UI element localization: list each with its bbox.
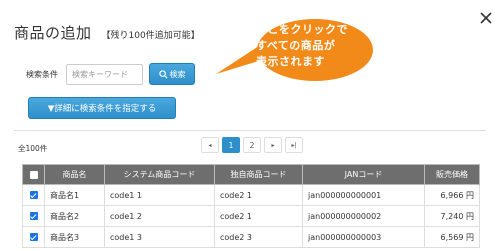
close-icon bbox=[480, 12, 492, 24]
column-header-system-code[interactable]: システム商品コード bbox=[104, 164, 215, 185]
cell-custom-code: code2 1 bbox=[214, 205, 303, 227]
cell-price: 6,569 円 bbox=[424, 226, 480, 248]
row-checkbox[interactable] bbox=[29, 233, 38, 241]
close-button[interactable] bbox=[479, 10, 493, 24]
product-table: 商品名 システム商品コード 独自商品コード JANコード 販売価格 商品名1 c… bbox=[22, 164, 480, 248]
cell-jan-code: jan000000000001 bbox=[302, 184, 425, 206]
table-row[interactable]: 商品名2 code1 2 code2 1 jan000000000002 7,2… bbox=[22, 205, 480, 227]
advanced-search-toggle[interactable]: ▼詳細に検索条件を指定する bbox=[28, 97, 176, 119]
search-icon bbox=[158, 69, 168, 79]
pagination-page-1[interactable]: 1 bbox=[222, 137, 240, 153]
pagination-next-button[interactable]: ▸ bbox=[264, 137, 282, 153]
select-all-checkbox[interactable] bbox=[29, 170, 38, 179]
remaining-count-note: 【残り100件追加可能】 bbox=[101, 31, 200, 41]
search-label: 検索条件 bbox=[26, 69, 58, 79]
column-header-custom-code[interactable]: 独自商品コード bbox=[214, 164, 303, 185]
search-row: 検索条件 検索 bbox=[26, 63, 195, 85]
table-row[interactable]: 商品名1 code1 1 code2 1 jan000000000001 6,9… bbox=[22, 184, 480, 206]
row-checkbox-cell bbox=[22, 205, 45, 227]
callout-text: ここをクリックで すべての商品が 表示されます bbox=[256, 22, 374, 70]
cell-system-code: code1 2 bbox=[104, 205, 215, 227]
row-checkbox-cell bbox=[22, 226, 45, 248]
cell-name: 商品名2 bbox=[44, 205, 105, 227]
search-button[interactable]: 検索 bbox=[149, 63, 195, 85]
table-row[interactable]: 商品名3 code1 3 code2 3 jan000000000003 6,5… bbox=[22, 226, 480, 248]
select-all-cell bbox=[22, 164, 45, 185]
section-divider bbox=[14, 130, 486, 131]
row-checkbox-cell bbox=[22, 184, 45, 206]
column-header-name[interactable]: 商品名 bbox=[44, 164, 105, 185]
cell-price: 6,966 円 bbox=[424, 184, 480, 206]
search-button-label: 検索 bbox=[169, 69, 186, 79]
callout-line-3: 表示されます bbox=[256, 55, 325, 68]
cell-jan-code: jan000000000002 bbox=[302, 205, 425, 227]
result-count: 全100件 bbox=[18, 144, 48, 153]
pagination-first-button[interactable]: ◂ bbox=[201, 137, 219, 153]
callout-line-1: ここをクリックで bbox=[256, 23, 348, 36]
cell-name: 商品名1 bbox=[44, 184, 105, 206]
search-input[interactable] bbox=[66, 63, 143, 85]
column-header-jan-code[interactable]: JANコード bbox=[302, 164, 425, 185]
cell-custom-code: code2 1 bbox=[214, 184, 303, 206]
pagination-last-button[interactable]: ▸| bbox=[285, 137, 303, 153]
dialog-title: 商品の追加 bbox=[14, 24, 92, 42]
cell-name: 商品名3 bbox=[44, 226, 105, 248]
cell-system-code: code1 1 bbox=[104, 184, 215, 206]
row-checkbox[interactable] bbox=[29, 191, 38, 199]
cell-price: 7,240 円 bbox=[424, 205, 480, 227]
pagination: ◂ 1 2 ▸ ▸| bbox=[201, 137, 306, 153]
add-product-dialog: 商品の追加 【残り100件追加可能】 検索条件 検索 ▼詳細に検索条件を指定する… bbox=[0, 0, 500, 251]
instruction-callout: ここをクリックで すべての商品が 表示されます bbox=[216, 18, 374, 84]
row-checkbox[interactable] bbox=[29, 212, 38, 220]
table-header-row: 商品名 システム商品コード 独自商品コード JANコード 販売価格 bbox=[22, 164, 480, 185]
pagination-page-2[interactable]: 2 bbox=[243, 137, 261, 153]
cell-custom-code: code2 3 bbox=[214, 226, 303, 248]
cell-system-code: code1 3 bbox=[104, 226, 215, 248]
column-header-price[interactable]: 販売価格 bbox=[424, 164, 480, 185]
cell-jan-code: jan000000000003 bbox=[302, 226, 425, 248]
dialog-header: 商品の追加 【残り100件追加可能】 bbox=[14, 22, 200, 43]
callout-line-2: すべての商品が bbox=[256, 39, 336, 52]
